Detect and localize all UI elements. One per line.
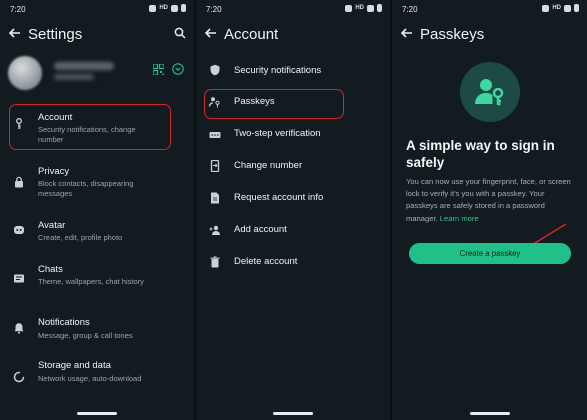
bell-icon: [14, 323, 24, 334]
app-bar: Passkeys: [392, 20, 587, 50]
app-bar: Settings: [0, 20, 194, 50]
profile-name-blurred: [54, 62, 114, 70]
hd-badge: HD: [159, 5, 168, 11]
lock-icon: [15, 176, 23, 188]
signal-icon: [171, 4, 178, 12]
key-icon: [16, 118, 22, 129]
settings-item-privacy[interactable]: Privacy Block contacts, disappearing mes…: [0, 164, 194, 204]
status-bar: 7:20 HD: [196, 0, 390, 18]
profile-row[interactable]: [8, 56, 186, 90]
settings-screen: 7:20 HD Settings Account Security notifi…: [0, 0, 194, 420]
settings-item-sub: Network usage, auto-download: [38, 374, 142, 383]
create-passkey-button[interactable]: Create a passkey: [409, 243, 571, 264]
gesture-bar[interactable]: [469, 412, 510, 415]
battery-icon: [574, 4, 579, 12]
settings-item-account[interactable]: Account Security notifications, change n…: [0, 110, 194, 150]
status-time: 7:20: [206, 5, 222, 14]
phone-swap-icon: [210, 160, 220, 172]
page-title: Account: [224, 26, 279, 43]
account-item-security-notifications[interactable]: Security notifications: [196, 58, 390, 84]
passkeys-screen: 7:20 HD Passkeys A simple way to sign in…: [392, 0, 587, 420]
passkeys-heading: A simple way to sign in safely: [406, 138, 555, 170]
search-icon[interactable]: [174, 27, 186, 39]
settings-item-sub: Block contacts, disappearing messages: [38, 179, 134, 198]
account-screen: 7:20 HD Account Security notifications P…: [196, 0, 390, 420]
learn-more-link[interactable]: Learn more: [440, 214, 479, 223]
account-item-label: Request account info: [234, 192, 324, 203]
settings-item-label: Avatar: [38, 220, 66, 231]
settings-item-label: Account: [38, 112, 73, 123]
account-item-label: Delete account: [234, 256, 298, 267]
gesture-bar[interactable]: [77, 412, 117, 415]
account-item-request-info[interactable]: Request account info: [196, 186, 390, 212]
qr-code-icon[interactable]: [153, 64, 164, 75]
passkeys-description: You can now use your fingerprint, face, …: [406, 176, 578, 225]
settings-item-notifications[interactable]: Notifications Message, group & call tone…: [0, 316, 194, 350]
settings-item-sub: Create, edit, profile photo: [38, 233, 123, 242]
add-person-icon: [209, 225, 220, 235]
battery-icon: [377, 4, 382, 12]
status-time: 7:20: [402, 5, 418, 14]
settings-item-chats[interactable]: Chats Theme, wallpapers, chat history: [0, 262, 194, 302]
account-item-change-number[interactable]: Change number: [196, 154, 390, 180]
data-circle-icon: [13, 371, 25, 383]
profile-status-blurred: [54, 74, 94, 80]
settings-item-sub: Theme, wallpapers, chat history: [38, 277, 144, 286]
wifi-icon: [149, 4, 157, 12]
account-item-label: Two-step verification: [234, 128, 321, 139]
account-item-label: Add account: [234, 224, 287, 235]
passkeys-body-text: You can now use your fingerprint, face, …: [406, 177, 571, 223]
avatar-face-icon: [14, 226, 24, 234]
status-time: 7:20: [10, 5, 26, 14]
passkey-person-icon: [475, 79, 504, 106]
shield-icon: [210, 64, 220, 76]
wifi-icon: [542, 4, 550, 12]
app-bar: Account: [196, 20, 390, 50]
account-item-label: Change number: [234, 160, 303, 171]
document-icon: [211, 192, 219, 204]
page-title: Passkeys: [420, 26, 485, 43]
settings-item-label: Privacy: [38, 166, 70, 177]
account-item-add-account[interactable]: Add account: [196, 218, 390, 244]
back-arrow-icon[interactable]: [400, 26, 414, 40]
hd-badge: HD: [552, 5, 561, 11]
dots-icon: [209, 132, 221, 138]
wifi-icon: [345, 4, 353, 12]
avatar[interactable]: [8, 56, 42, 90]
account-item-label: Security notifications: [234, 65, 322, 76]
passkey-illustration: [460, 62, 520, 122]
chevron-down-icon[interactable]: [172, 63, 184, 75]
battery-icon: [181, 4, 186, 12]
settings-item-sub: Message, group & call tones: [38, 331, 133, 340]
account-item-label: Passkeys: [234, 96, 275, 107]
status-bar: 7:20 HD: [392, 0, 587, 18]
back-arrow-icon[interactable]: [204, 26, 218, 40]
settings-item-label: Storage and data: [38, 360, 111, 371]
gesture-bar[interactable]: [273, 412, 313, 415]
settings-item-avatar[interactable]: Avatar Create, edit, profile photo: [0, 218, 194, 252]
account-item-two-step[interactable]: Two-step verification: [196, 122, 390, 148]
settings-item-label: Notifications: [38, 317, 90, 328]
settings-item-sub: Security notifications, change number: [38, 125, 136, 144]
settings-item-storage[interactable]: Storage and data Network usage, auto-dow…: [0, 359, 194, 399]
signal-icon: [367, 4, 374, 12]
back-arrow-icon[interactable]: [8, 26, 22, 40]
account-item-passkeys[interactable]: Passkeys: [196, 90, 390, 116]
settings-item-label: Chats: [38, 264, 63, 275]
hd-badge: HD: [355, 5, 364, 11]
account-item-delete-account[interactable]: Delete account: [196, 250, 390, 276]
chat-icon: [14, 274, 24, 283]
signal-icon: [564, 4, 571, 12]
page-title: Settings: [28, 26, 83, 43]
passkey-icon: [209, 97, 220, 108]
status-bar: 7:20 HD: [0, 0, 194, 18]
trash-icon: [210, 256, 220, 268]
